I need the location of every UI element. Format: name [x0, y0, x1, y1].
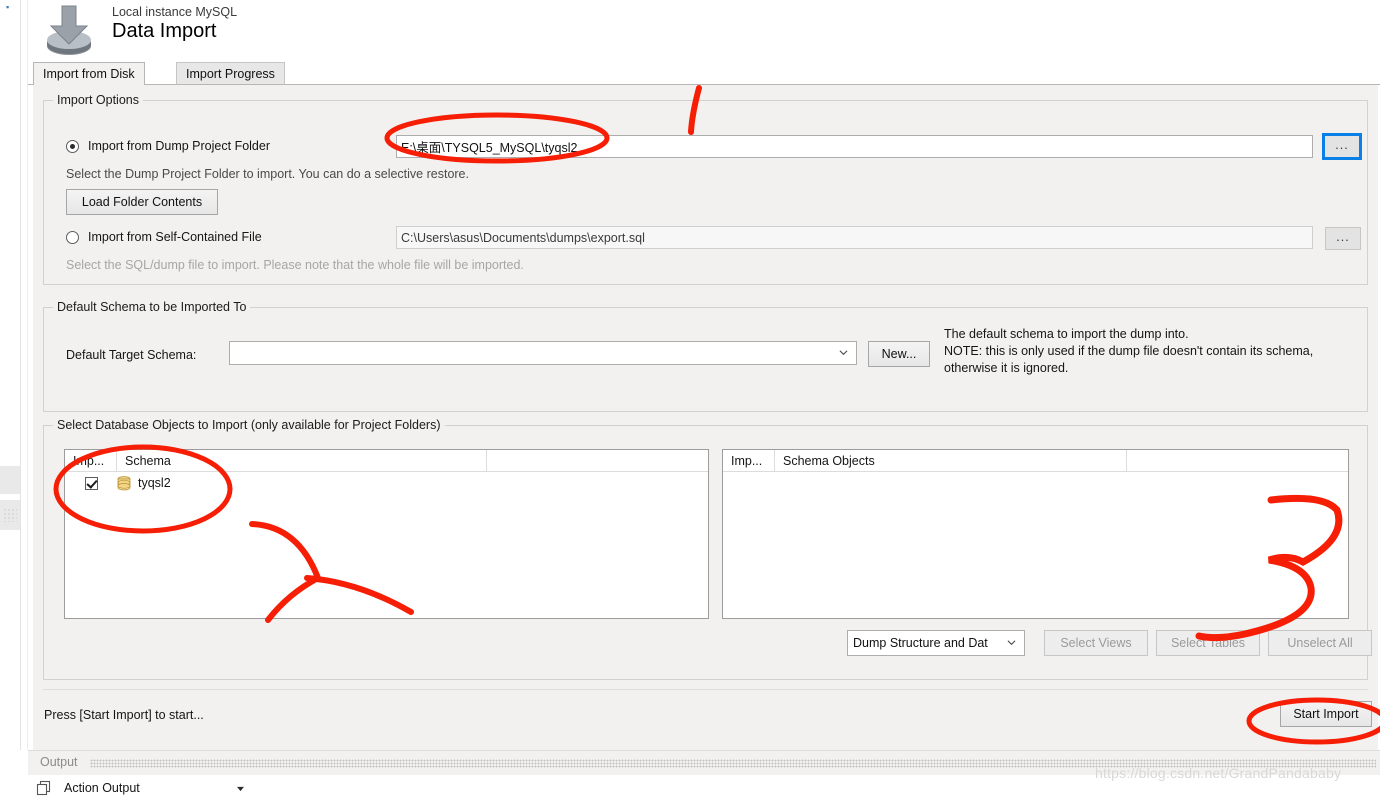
schema-row-name: tyqsl2 [138, 476, 171, 490]
file-path-input[interactable]: C:\Users\asus\Documents\dumps\export.sql [396, 226, 1313, 249]
schema-objects-list-header: Imp... Schema Objects [723, 450, 1348, 472]
radio-import-self-contained-file[interactable]: Import from Self-Contained File [66, 230, 262, 244]
schema-row-checkbox[interactable] [84, 476, 98, 490]
objects-list-col-import: Imp... [723, 450, 775, 471]
schema-note-line-3: otherwise it is ignored. [944, 361, 1069, 375]
dump-mode-value: Dump Structure and Dat [853, 636, 988, 650]
import-options-title: Import Options [53, 93, 143, 107]
tab-import-from-disk[interactable]: Import from Disk [33, 62, 145, 86]
load-folder-contents-button[interactable]: Load Folder Contents [66, 189, 218, 215]
tab-import-progress[interactable]: Import Progress [176, 62, 285, 85]
watermark-text: https://blog.csdn.net/GrandPandababy [1095, 765, 1342, 781]
chevron-down-icon [1007, 640, 1016, 646]
schema-note-line-2: NOTE: this is only used if the dump file… [944, 344, 1314, 358]
header-subtitle: Local instance MySQL [112, 5, 238, 19]
schema-list-header: Imp... Schema [65, 450, 708, 472]
schema-list-col-schema: Schema [117, 450, 487, 471]
page-header: Local instance MySQL Data Import [28, 0, 1380, 62]
unselect-all-button[interactable]: Unselect All [1268, 630, 1372, 656]
start-import-button[interactable]: Start Import [1280, 701, 1372, 727]
default-schema-group: Default Schema to be Imported To Default… [43, 300, 1368, 412]
radio-folder-label: Import from Dump Project Folder [88, 139, 270, 153]
file-browse-button[interactable]: ... [1325, 227, 1361, 250]
radio-import-from-folder[interactable]: Import from Dump Project Folder [66, 139, 270, 153]
database-objects-title: Select Database Objects to Import (only … [53, 418, 445, 432]
radio-file-label: Import from Self-Contained File [88, 230, 262, 244]
left-divider-1 [20, 0, 21, 750]
default-target-schema-combo[interactable] [229, 341, 857, 365]
select-views-button[interactable]: Select Views [1044, 630, 1148, 656]
folder-hint-text: Select the Dump Project Folder to import… [66, 167, 469, 181]
main-panel: Import Options Import from Dump Project … [33, 85, 1378, 750]
action-output-label: Action Output [64, 781, 140, 795]
database-objects-group: Select Database Objects to Import (only … [43, 418, 1372, 680]
chevron-down-icon [839, 350, 848, 356]
data-import-window: ▪ Local instance MySQL Data Import Impor… [0, 0, 1380, 803]
folder-path-input[interactable]: E:\桌面\TYSQL5_MySQL\tyqsl2 [396, 135, 1313, 158]
left-divider-2 [27, 0, 28, 750]
table-row[interactable]: tyqsl2 [65, 472, 708, 494]
left-edge-strip: ▪ [0, 0, 20, 803]
database-icon [117, 475, 131, 490]
status-message: Press [Start Import] to start... [44, 708, 204, 722]
objects-list-col-name: Schema Objects [775, 450, 1127, 471]
default-target-schema-label: Default Target Schema: [66, 348, 197, 362]
new-schema-button[interactable]: New... [868, 341, 930, 367]
schema-list[interactable]: Imp... Schema tyqsl2 [64, 449, 709, 619]
file-hint-text: Select the SQL/dump file to import. Plea… [66, 258, 524, 272]
objects-list-col-extra [1127, 450, 1348, 471]
select-tables-button[interactable]: Select Tables [1156, 630, 1260, 656]
output-panel-label: Output [40, 755, 78, 769]
import-arrow-icon [47, 5, 91, 55]
sidebar-grip-dots-icon [3, 508, 17, 522]
default-schema-title: Default Schema to be Imported To [53, 300, 251, 314]
copy-icon[interactable] [36, 780, 52, 796]
radio-folder-indicator [66, 139, 79, 153]
chevron-down-icon[interactable] [236, 786, 245, 792]
dump-mode-combo[interactable]: Dump Structure and Dat [847, 630, 1025, 656]
import-options-group: Import Options Import from Dump Project … [43, 93, 1368, 285]
status-bar: Press [Start Import] to start... Start I… [43, 689, 1372, 734]
tab-bar: Import from Disk Import Progress [28, 62, 1380, 86]
folder-browse-button[interactable]: ... [1322, 133, 1362, 160]
schema-note-line-1: The default schema to import the dump in… [944, 327, 1189, 341]
page-title: Data Import [112, 20, 217, 42]
schema-list-col-import: Imp... [65, 450, 117, 471]
schema-objects-list[interactable]: Imp... Schema Objects [722, 449, 1349, 619]
sidebar-tile-upper[interactable] [0, 466, 20, 494]
sidebar-marker-icon: ▪ [6, 2, 10, 12]
radio-file-indicator [66, 230, 79, 244]
schema-list-col-extra [487, 450, 708, 471]
